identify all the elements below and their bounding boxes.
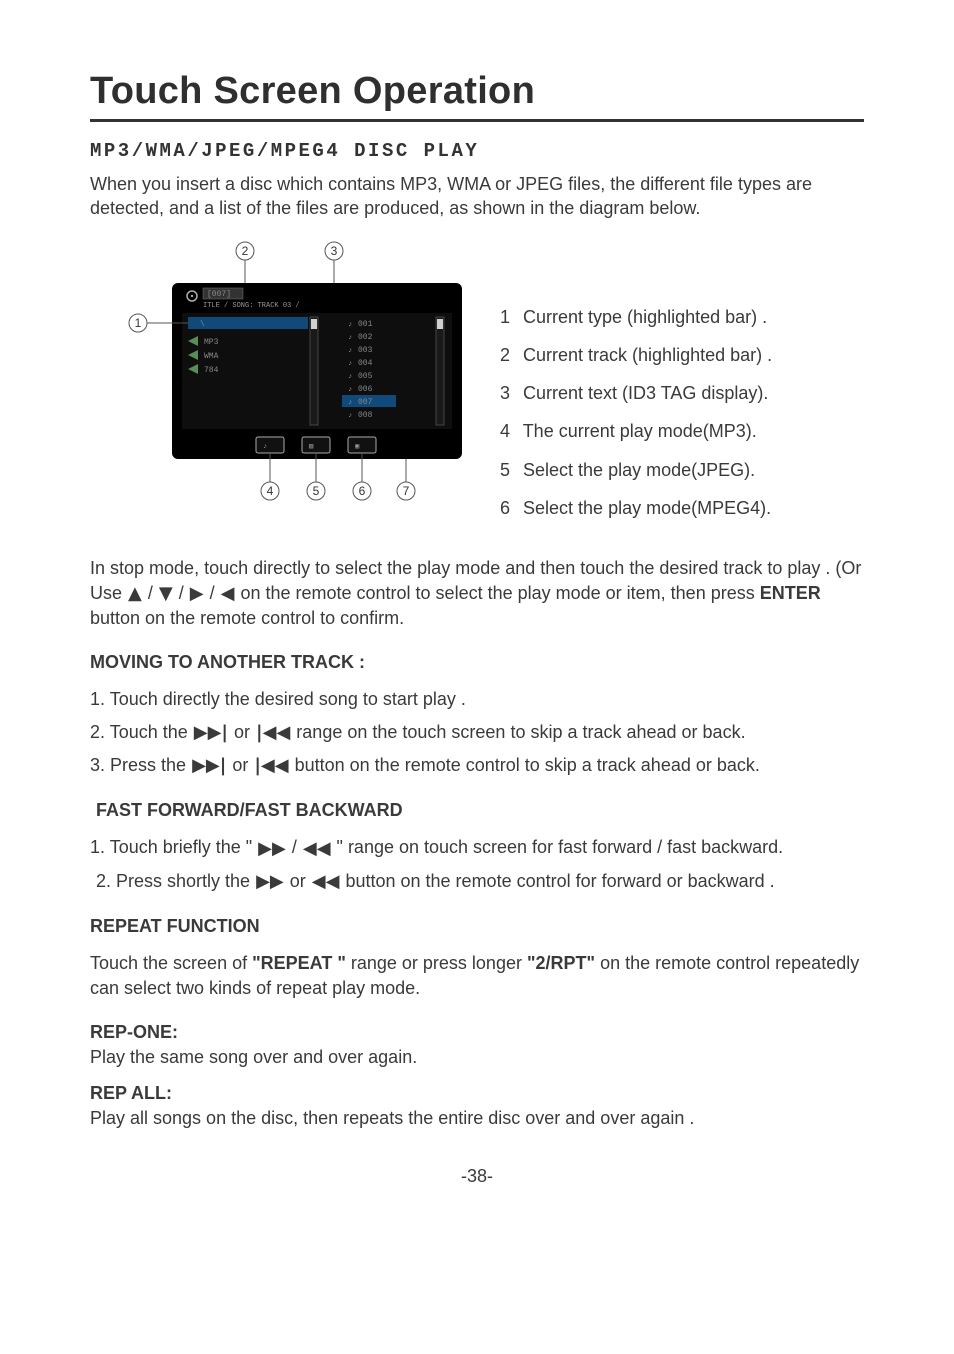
ff-step-1: 1. Touch briefly the " ▶▶ / ◀◀ " range o… <box>90 835 864 860</box>
callout-2-label: 2 <box>242 244 249 258</box>
svg-text:001: 001 <box>358 320 373 329</box>
svg-text:♪: ♪ <box>348 399 352 407</box>
legend-item: 2 Current track (highlighted bar) . <box>500 343 864 367</box>
svg-text:♪: ♪ <box>348 412 352 420</box>
svg-text:♪: ♪ <box>348 347 352 355</box>
title-divider <box>90 119 864 122</box>
fast-forward-icon: ▶▶ <box>255 870 285 894</box>
svg-text:007: 007 <box>358 398 373 407</box>
moving-step-1: 1. Touch directly the desired song to st… <box>90 687 864 711</box>
next-track-icon: ▶▶| <box>191 754 227 778</box>
prev-track-icon: |◀◀ <box>253 754 289 778</box>
moving-step-2: 2. Touch the ▶▶| or |◀◀ range on the tou… <box>90 720 864 745</box>
svg-text:002: 002 <box>358 333 373 342</box>
legend-item: 3 Current text (ID3 TAG display). <box>500 381 864 405</box>
svg-text:♪: ♪ <box>348 360 352 368</box>
repeat-paragraph: Touch the screen of "REPEAT " range or p… <box>90 951 864 1000</box>
callout-6-label: 6 <box>359 484 366 498</box>
repeat-heading: REPEAT FUNCTION <box>90 916 864 937</box>
ff-step-2: 2. Press shortly the ▶▶ or ◀◀ button on … <box>90 869 864 894</box>
svg-text:♪: ♪ <box>348 321 352 329</box>
intro-paragraph: When you insert a disc which contains MP… <box>90 172 864 221</box>
screen-diagram: 2 3 [007] ITLE / SONG: TRACK 03 / <box>90 235 500 530</box>
section-heading: MP3/WMA/JPEG/MPEG4 DISC PLAY <box>90 140 864 162</box>
svg-text:784: 784 <box>204 366 219 375</box>
rep-one-text: Play the same song over and over again. <box>90 1045 864 1069</box>
rewind-icon: ◀◀ <box>311 870 341 894</box>
fast-forward-icon: ▶▶ <box>257 837 287 861</box>
svg-text:♪: ♪ <box>348 373 352 381</box>
moving-step-3: 3. Press the ▶▶| or |◀◀ button on the re… <box>90 753 864 778</box>
svg-text:008: 008 <box>358 411 373 420</box>
next-track-icon: ▶▶| <box>193 721 229 745</box>
rep-all-text: Play all songs on the disc, then repeats… <box>90 1106 864 1130</box>
page-title: Touch Screen Operation <box>90 70 864 113</box>
callout-3-label: 3 <box>331 244 338 258</box>
callout-1-label: 1 <box>135 316 142 330</box>
arrow-up-icon: ▲ <box>127 582 143 606</box>
svg-text:♪: ♪ <box>348 386 352 394</box>
rep-one-heading: REP-ONE: <box>90 1022 864 1043</box>
moving-heading: MOVING TO ANOTHER TRACK : <box>90 652 864 673</box>
svg-text:▧: ▧ <box>309 443 313 451</box>
rep-all-heading: REP ALL: <box>90 1083 864 1104</box>
prev-track-icon: |◀◀ <box>255 721 291 745</box>
svg-text:003: 003 <box>358 346 373 355</box>
folder-label: [007] <box>207 290 231 299</box>
svg-text:005: 005 <box>358 372 373 381</box>
diagram-legend: 1 Current type (highlighted bar) . 2 Cur… <box>500 235 864 535</box>
stop-mode-paragraph: In stop mode, touch directly to select t… <box>90 556 864 630</box>
callout-5-label: 5 <box>313 484 320 498</box>
legend-item: 5 Select the play mode(JPEG). <box>500 458 864 482</box>
callout-7-label: 7 <box>403 484 410 498</box>
svg-text:♪: ♪ <box>263 443 267 451</box>
legend-item: 6 Select the play mode(MPEG4). <box>500 496 864 520</box>
callout-4-label: 4 <box>267 484 274 498</box>
arrow-down-icon: ▼ <box>158 582 174 606</box>
page-number: -38- <box>90 1166 864 1187</box>
rewind-icon: ◀◀ <box>302 837 332 861</box>
ff-heading: FAST FORWARD/FAST BACKWARD <box>90 800 864 821</box>
arrow-left-icon: ◀ <box>220 582 236 606</box>
legend-item: 4 The current play mode(MP3). <box>500 419 864 443</box>
svg-text:004: 004 <box>358 359 373 368</box>
enter-button-label: ENTER <box>760 583 821 603</box>
legend-item: 1 Current type (highlighted bar) . <box>500 305 864 329</box>
svg-text:MP3: MP3 <box>204 338 219 347</box>
svg-text:♪: ♪ <box>348 334 352 342</box>
svg-text:006: 006 <box>358 385 373 394</box>
arrow-right-icon: ▶ <box>189 582 205 606</box>
root-label: \ <box>200 320 205 329</box>
svg-text:▣: ▣ <box>355 443 359 451</box>
svg-text:WMA: WMA <box>204 352 219 361</box>
track-header: ITLE / SONG: TRACK 03 / <box>203 302 300 310</box>
